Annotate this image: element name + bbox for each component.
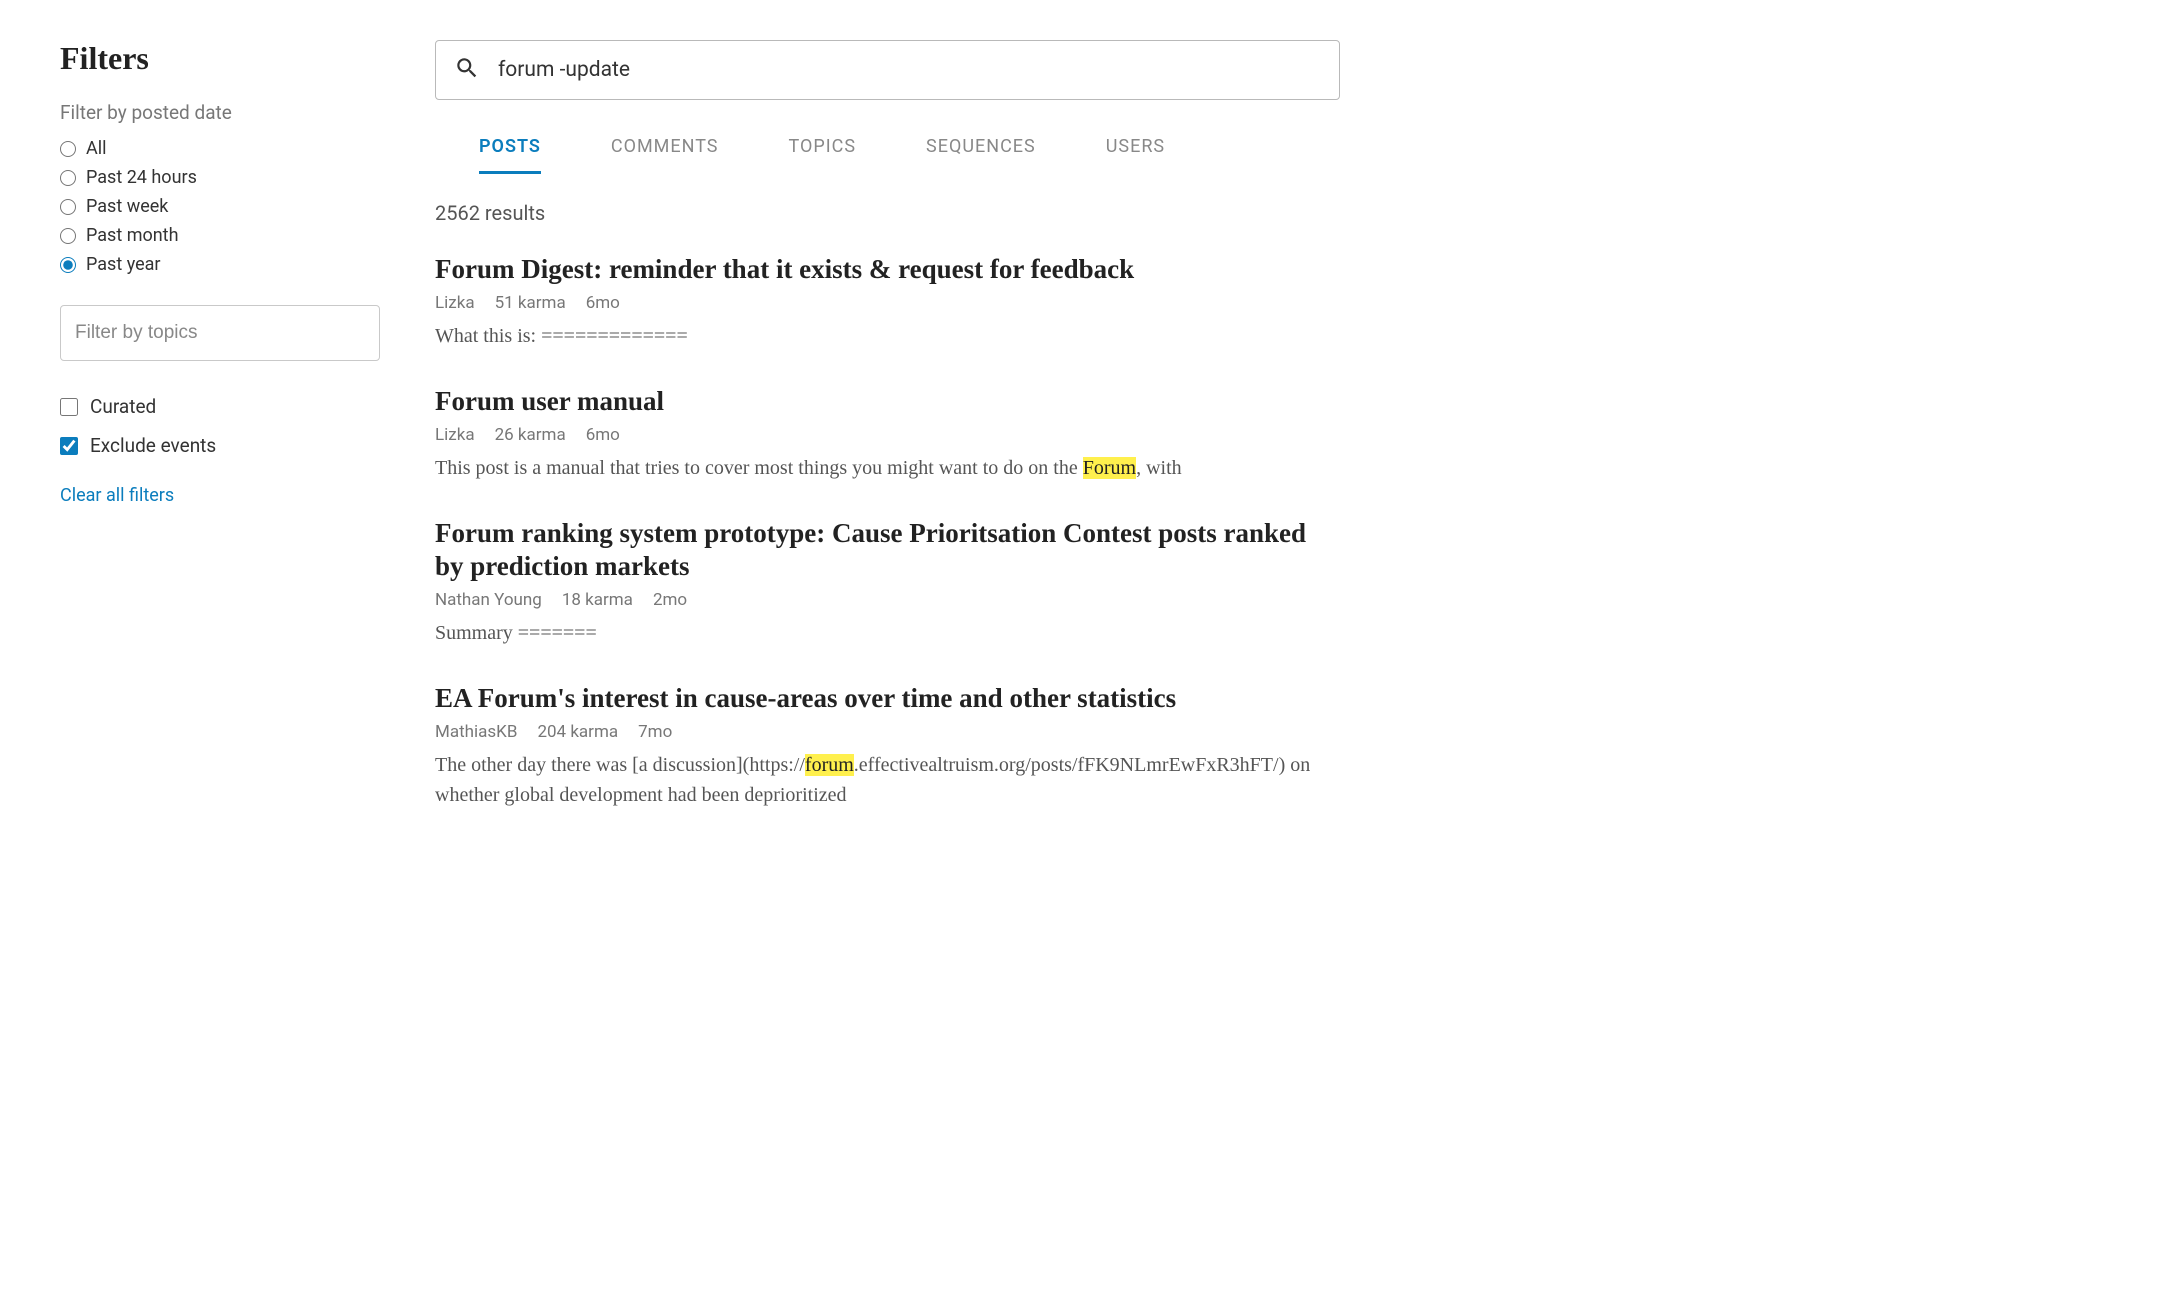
search-result: Forum Digest: reminder that it exists & … <box>435 253 1340 351</box>
date-filter-radio[interactable] <box>60 141 76 157</box>
result-title[interactable]: Forum ranking system prototype: Cause Pr… <box>435 517 1340 585</box>
date-filter-option[interactable]: All <box>60 134 380 163</box>
tab-users[interactable]: USERS <box>1106 128 1165 174</box>
tab-topics[interactable]: TOPICS <box>789 128 857 174</box>
search-result: Forum ranking system prototype: Cause Pr… <box>435 517 1340 649</box>
search-result: Forum user manual Lizka 26 karma 6mo This po… <box>435 385 1340 483</box>
result-meta: Lizka 51 karma 6mo <box>435 293 1340 313</box>
result-snippet: What this is: ============= <box>435 321 1340 351</box>
result-meta: Nathan Young 18 karma 2mo <box>435 590 1340 610</box>
result-meta: MathiasKB 204 karma 7mo <box>435 722 1340 742</box>
date-filter-radio[interactable] <box>60 257 76 273</box>
result-karma: 204 karma <box>537 722 618 742</box>
filters-heading: Filters <box>60 40 380 77</box>
search-input[interactable] <box>498 58 1321 82</box>
date-filter-option-label: Past year <box>86 254 161 275</box>
date-filter-radio[interactable] <box>60 199 76 215</box>
date-filter-label: Filter by posted date <box>60 101 380 124</box>
result-author: Lizka <box>435 293 475 313</box>
search-box[interactable] <box>435 40 1340 100</box>
result-title[interactable]: Forum user manual <box>435 385 1340 419</box>
date-filter-option[interactable]: Past month <box>60 221 380 250</box>
date-filter-radio[interactable] <box>60 170 76 186</box>
result-karma: 26 karma <box>495 425 566 445</box>
filter-checkbox[interactable] <box>60 398 78 416</box>
date-filter-option-label: Past month <box>86 225 179 246</box>
result-snippet: Summary ======= <box>435 618 1340 648</box>
date-filter-option[interactable]: Past year <box>60 250 380 279</box>
date-filter-option-label: Past week <box>86 196 168 217</box>
search-result: EA Forum's interest in cause-areas over … <box>435 682 1340 810</box>
date-filter-option-label: Past 24 hours <box>86 167 197 188</box>
tab-posts[interactable]: POSTS <box>479 128 541 174</box>
result-author: MathiasKB <box>435 722 517 742</box>
result-title[interactable]: Forum Digest: reminder that it exists & … <box>435 253 1340 287</box>
date-filter-option-label: All <box>86 138 107 159</box>
search-icon <box>454 55 480 85</box>
result-meta: Lizka 26 karma 6mo <box>435 425 1340 445</box>
tab-comments[interactable]: COMMENTS <box>611 128 719 174</box>
result-age: 6mo <box>586 293 620 313</box>
date-filter-radio[interactable] <box>60 228 76 244</box>
tabs: POSTS COMMENTS TOPICS SEQUENCES USERS <box>435 128 1340 175</box>
result-author: Lizka <box>435 425 475 445</box>
topic-filter-input[interactable] <box>60 305 380 361</box>
result-age: 6mo <box>586 425 620 445</box>
result-author: Nathan Young <box>435 590 542 610</box>
filter-checkbox-item[interactable]: Curated <box>60 387 380 426</box>
result-karma: 18 karma <box>562 590 633 610</box>
highlight: Forum <box>1083 457 1136 479</box>
result-age: 2mo <box>653 590 687 610</box>
filter-checkbox-item[interactable]: Exclude events <box>60 426 380 465</box>
highlight: forum <box>805 754 854 776</box>
result-title[interactable]: EA Forum's interest in cause-areas over … <box>435 682 1340 716</box>
result-age: 7mo <box>638 722 672 742</box>
filter-checkbox-label: Curated <box>90 395 156 418</box>
date-filter-option[interactable]: Past 24 hours <box>60 163 380 192</box>
clear-all-filters-link[interactable]: Clear all filters <box>60 485 380 506</box>
filter-checkbox-label: Exclude events <box>90 434 216 457</box>
date-filter-group: All Past 24 hours Past week Past month Past … <box>60 134 380 279</box>
results-list: Forum Digest: reminder that it exists & … <box>435 253 1340 810</box>
tab-sequences[interactable]: SEQUENCES <box>926 128 1036 174</box>
result-snippet: This post is a manual that tries to cove… <box>435 453 1340 483</box>
date-filter-option[interactable]: Past week <box>60 192 380 221</box>
filter-checkbox[interactable] <box>60 437 78 455</box>
result-karma: 51 karma <box>495 293 566 313</box>
result-snippet: The other day there was [a discussion](h… <box>435 750 1340 810</box>
results-count: 2562 results <box>435 201 1340 225</box>
